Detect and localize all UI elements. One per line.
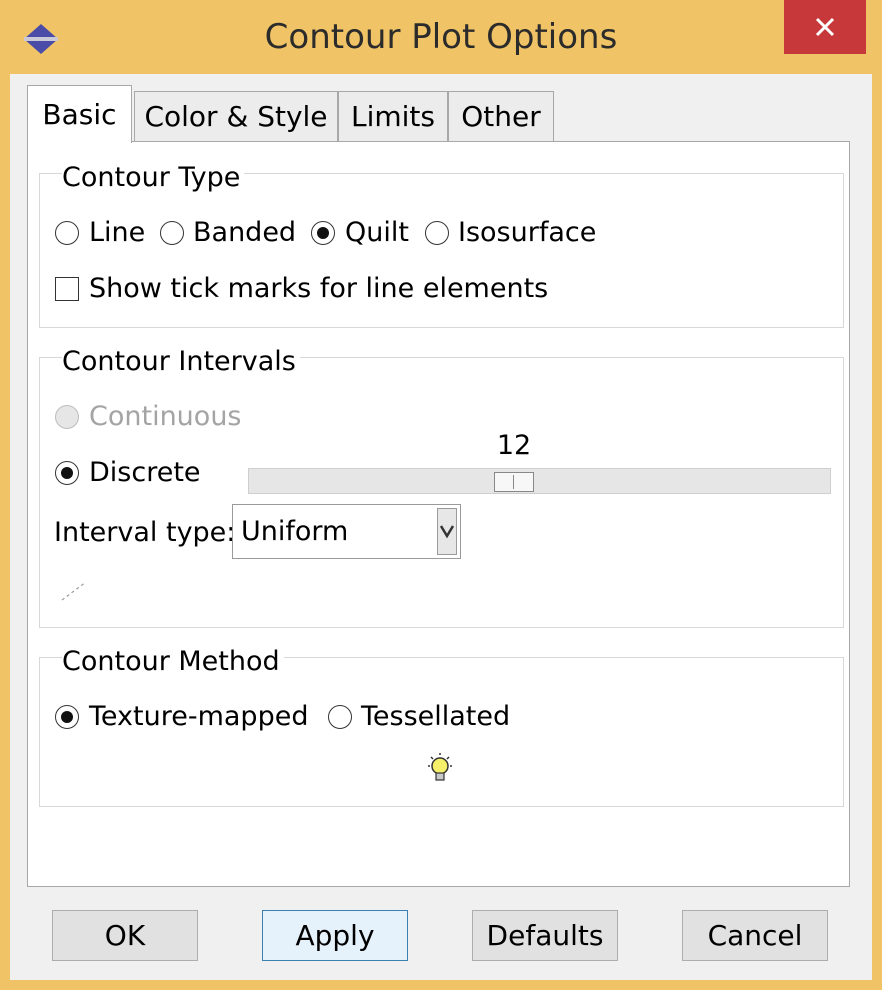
tab-basic[interactable]: Basic [27,85,132,143]
tab-color-style[interactable]: Color & Style [134,91,338,141]
close-button[interactable] [784,0,866,54]
cancel-button[interactable]: Cancel [682,910,828,961]
tab-other[interactable]: Other [448,91,554,141]
radio-texture-mapped[interactable] [55,705,79,729]
defaults-button[interactable]: Defaults [472,910,618,961]
radio-selected-dot [61,711,73,723]
title-bar[interactable]: Contour Plot Options [0,0,882,74]
interval-type-value: Uniform [241,516,349,547]
window-title: Contour Plot Options [264,17,618,57]
resize-grip-icon [61,581,87,601]
tick-marks-label[interactable]: Show tick marks for line elements [89,272,548,306]
contour-method-legend: Contour Method [62,645,284,679]
lightbulb-icon [428,753,452,781]
interval-type-select[interactable]: Uniform [232,504,461,559]
radio-quilt[interactable] [311,221,335,245]
intervals-slider-track[interactable] [248,468,831,494]
radio-tessellated-label[interactable]: Tessellated [361,700,510,734]
apply-button[interactable]: Apply [262,910,408,961]
radio-banded[interactable] [160,221,184,245]
dropdown-button[interactable] [437,508,457,555]
chevron-down-icon [439,525,455,539]
contour-type-legend: Contour Type [62,161,245,195]
close-icon [815,17,835,37]
ok-button[interactable]: OK [52,910,198,961]
radio-discrete[interactable] [55,461,79,485]
radio-selected-dot [317,227,329,239]
radio-isosurface-label[interactable]: Isosurface [458,216,596,250]
interval-type-label: Interval type: [54,517,236,548]
radio-discrete-label[interactable]: Discrete [89,456,201,490]
radio-isosurface[interactable] [425,221,449,245]
slider-value-label: 12 [496,430,532,461]
radio-quilt-label[interactable]: Quilt [345,216,409,250]
tick-marks-checkbox[interactable] [55,277,79,301]
radio-continuous[interactable] [55,405,79,429]
radio-selected-dot [61,467,73,479]
radio-line-label[interactable]: Line [89,216,145,250]
tab-limits[interactable]: Limits [338,91,448,141]
radio-texture-mapped-label[interactable]: Texture-mapped [89,700,308,734]
radio-continuous-label: Continuous [89,401,242,432]
radio-banded-label[interactable]: Banded [193,216,296,250]
radio-tessellated[interactable] [328,705,352,729]
intervals-slider-thumb[interactable] [494,472,534,492]
radio-line[interactable] [55,221,79,245]
contour-intervals-legend: Contour Intervals [62,345,300,379]
